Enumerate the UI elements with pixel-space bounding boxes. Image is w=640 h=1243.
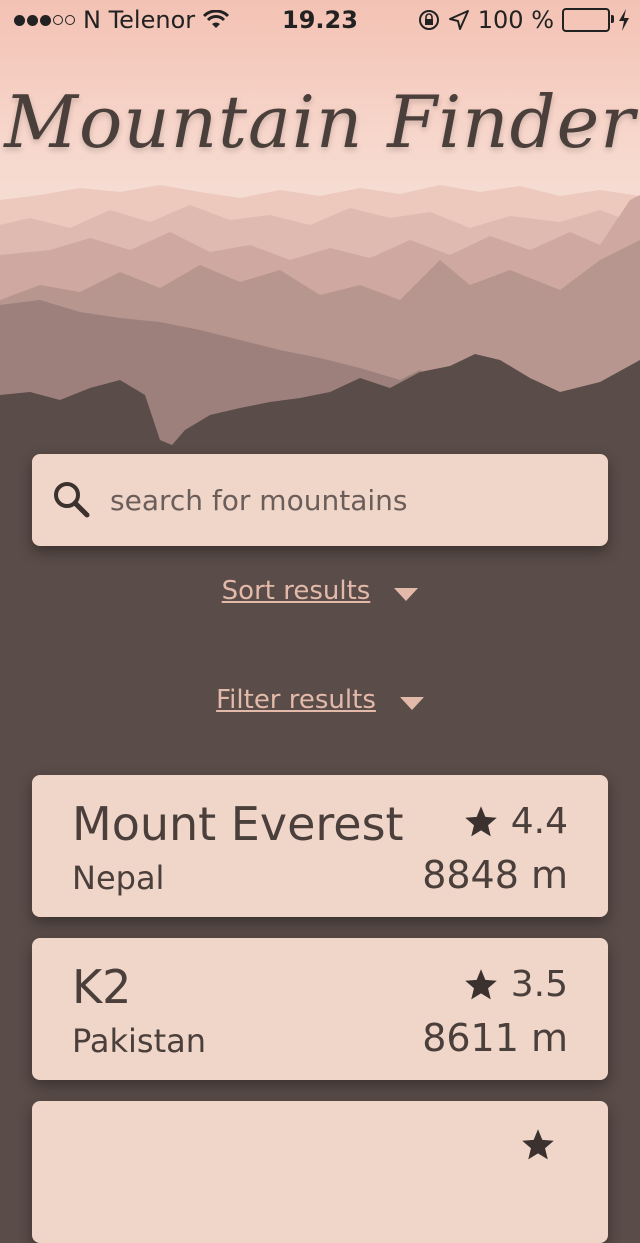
battery-tip	[611, 15, 614, 23]
mountain-name: Mount Everest	[72, 797, 404, 851]
battery-percentage: 100 %	[477, 6, 554, 34]
result-card[interactable]	[32, 1101, 608, 1243]
chevron-down-icon[interactable]	[394, 587, 419, 601]
signal-dot	[14, 14, 25, 26]
header-banner: N Telenor 19.23 100 % Mountain Finder	[0, 0, 640, 450]
signal-dot-empty	[65, 15, 75, 25]
location-arrow-icon	[448, 10, 469, 30]
app-title: Mountain Finder	[4, 80, 636, 164]
signal-dot-empty	[53, 15, 63, 25]
signal-dot	[40, 14, 51, 26]
sort-results-link[interactable]: Sort results	[222, 576, 371, 606]
star-icon	[522, 1129, 554, 1160]
status-left: N Telenor	[14, 6, 230, 34]
mountain-landscape-illustration	[0, 185, 640, 450]
carrier-name: N Telenor	[83, 6, 196, 34]
star-icon	[464, 968, 497, 999]
mountain-rating: 4.4	[463, 801, 568, 842]
mountain-height: 8611 m	[422, 1016, 568, 1060]
mountain-country: Pakistan	[72, 1022, 206, 1060]
result-card[interactable]: K2 Pakistan 3.5 8611 m	[32, 938, 608, 1080]
status-bar: N Telenor 19.23 100 %	[0, 0, 640, 40]
mountain-country: Nepal	[72, 859, 165, 897]
sort-row[interactable]: Sort results	[0, 576, 640, 606]
result-card[interactable]: Mount Everest Nepal 4.4 8848 m	[32, 775, 608, 917]
star-icon	[464, 805, 497, 836]
status-right: 100 %	[418, 6, 630, 34]
chevron-down-icon[interactable]	[399, 696, 424, 710]
rating-value: 3.5	[510, 964, 568, 1005]
signal-strength-icon	[14, 14, 75, 26]
mountain-rating: 3.5	[463, 964, 568, 1005]
filter-results-link[interactable]: Filter results	[216, 685, 376, 715]
rotation-lock-icon	[418, 10, 439, 30]
signal-dot	[27, 14, 38, 26]
search-bar[interactable]	[32, 454, 608, 546]
rating-value: 4.4	[510, 801, 568, 842]
filter-row[interactable]: Filter results	[0, 685, 640, 715]
charging-bolt-icon	[619, 9, 629, 31]
battery-icon	[562, 8, 614, 32]
mountain-height: 8848 m	[422, 853, 568, 897]
wifi-icon	[203, 10, 230, 28]
mountain-name: K2	[72, 960, 132, 1014]
search-input[interactable]	[108, 482, 572, 518]
search-icon	[54, 482, 90, 518]
mountain-rating	[520, 1127, 568, 1163]
